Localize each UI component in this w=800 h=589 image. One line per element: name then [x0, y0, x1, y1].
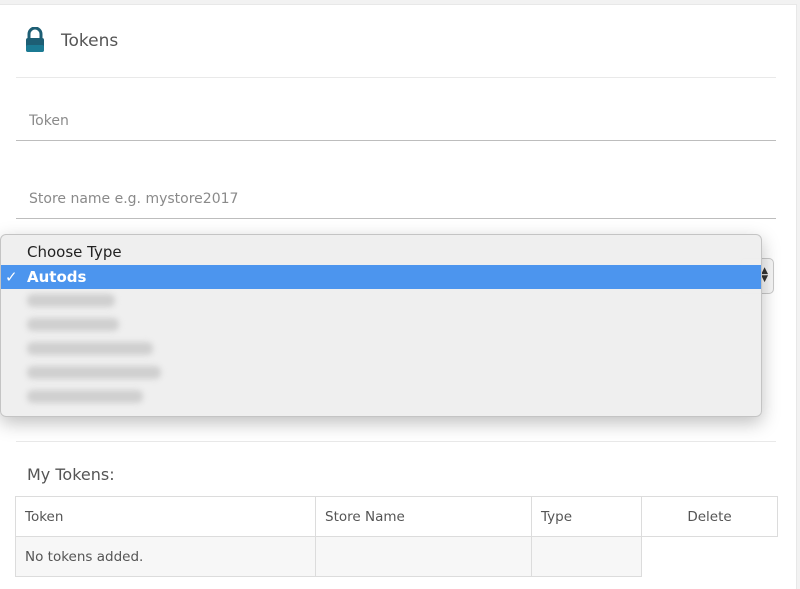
table-header-row: Token Store Name Type Delete — [15, 496, 778, 537]
column-header-type: Type — [531, 496, 642, 537]
checkmark-icon: ✓ — [5, 268, 18, 286]
dropdown-option-blurred[interactable] — [27, 366, 161, 379]
dropdown-option-blurred[interactable] — [27, 342, 153, 355]
column-header-delete: Delete — [641, 496, 778, 537]
dropdown-option-blurred[interactable] — [27, 294, 115, 307]
empty-message: No tokens added. — [15, 536, 316, 577]
column-header-token: Token — [15, 496, 316, 537]
table-cell — [315, 536, 532, 577]
dropdown-option-choose-type[interactable]: Choose Type — [1, 240, 761, 264]
type-dropdown-menu: Choose Type ✓ Autods — [0, 234, 762, 417]
select-arrows-icon: ▲ ▼ — [761, 266, 768, 284]
page-title: Tokens — [61, 31, 119, 51]
table-cell — [641, 536, 778, 577]
section-divider — [16, 441, 776, 442]
dropdown-option-blurred[interactable] — [27, 318, 119, 331]
table-cell — [531, 536, 642, 577]
my-tokens-title: My Tokens: — [27, 465, 115, 484]
tokens-table: Token Store Name Type Delete No tokens a… — [15, 496, 778, 577]
card-header: Tokens — [16, 5, 776, 78]
dropdown-option-autods[interactable]: ✓ Autods — [1, 265, 761, 289]
dropdown-option-blurred[interactable] — [27, 390, 143, 403]
store-name-input[interactable] — [16, 179, 776, 219]
dropdown-option-label: Autods — [27, 268, 87, 286]
column-header-store-name: Store Name — [315, 496, 532, 537]
table-row: No tokens added. — [15, 536, 778, 577]
lock-icon — [26, 27, 44, 52]
token-input[interactable] — [16, 101, 776, 141]
